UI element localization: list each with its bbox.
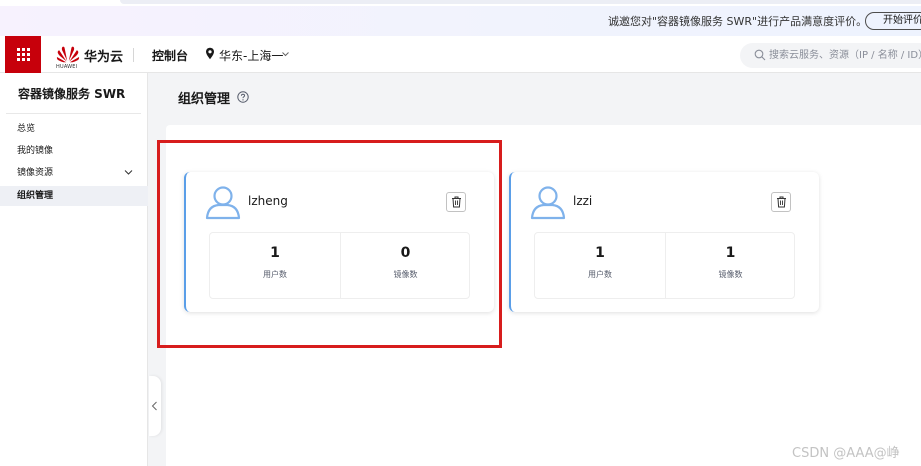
sidebar-divider — [6, 113, 141, 114]
chevron-left-icon — [151, 401, 157, 411]
image-count-stat: 1 镜像数 — [665, 233, 795, 298]
org-name[interactable]: lzzi — [573, 194, 592, 208]
global-search[interactable] — [740, 43, 921, 68]
sidebar-title: 容器镜像服务 SWR — [18, 87, 126, 101]
trash-icon — [452, 196, 461, 208]
user-count-stat: 1 用户数 — [210, 233, 340, 298]
notice-text: 诚邀您对"容器镜像服务 SWR"进行产品满意度评价。 — [608, 15, 868, 28]
chevron-down-icon — [124, 170, 133, 175]
notice-bar: 诚邀您对"容器镜像服务 SWR"进行产品满意度评价。 开始评价 — [0, 6, 921, 36]
chevron-down-icon[interactable] — [281, 50, 290, 58]
user-count-label: 用户数 — [263, 270, 287, 279]
sidebar-item-org-management[interactable]: 组织管理 — [0, 186, 148, 206]
watermark: CSDN @AAA@峥 — [792, 446, 900, 461]
image-count-value[interactable]: 1 — [666, 245, 795, 261]
trash-icon — [777, 196, 786, 208]
delete-org-button[interactable] — [771, 192, 791, 212]
sidebar-collapse-button[interactable] — [149, 376, 161, 436]
user-count-stat: 1 用户数 — [535, 233, 665, 298]
sidebar-item-image-resources[interactable]: 镜像资源 — [0, 163, 148, 183]
console-link[interactable]: 控制台 — [152, 47, 188, 64]
user-count-label: 用户数 — [588, 270, 612, 279]
org-stats: 1 用户数 1 镜像数 — [534, 232, 795, 299]
brand-name[interactable]: 华为云 — [84, 46, 123, 65]
help-icon[interactable] — [237, 91, 249, 103]
org-stats: 1 用户数 0 镜像数 — [209, 232, 470, 299]
huawei-logo-icon[interactable] — [56, 43, 80, 65]
sidebar-item-label: 镜像资源 — [17, 168, 54, 178]
sidebar: 容器镜像服务 SWR 总览 我的镜像 镜像资源 组织管理 — [0, 73, 148, 466]
org-card[interactable]: lzzi 1 用户数 1 镜像数 — [509, 172, 819, 312]
header-divider — [133, 48, 134, 62]
user-count-value[interactable]: 1 — [535, 245, 665, 261]
image-count-stat: 0 镜像数 — [340, 233, 470, 298]
image-count-label: 镜像数 — [393, 270, 418, 279]
user-avatar-icon — [205, 186, 241, 220]
org-card[interactable]: lzheng 1 用户数 0 镜像数 — [184, 172, 494, 312]
top-header: HUAWEI 华为云 控制台 华东-上海一 — [0, 36, 921, 73]
user-count-value[interactable]: 1 — [210, 245, 340, 261]
service-list-button[interactable] — [5, 36, 41, 73]
location-pin-icon — [206, 47, 214, 60]
page-title: 组织管理 — [178, 92, 231, 107]
image-count-label: 镜像数 — [718, 270, 743, 279]
search-input[interactable] — [769, 47, 921, 64]
search-icon — [754, 49, 766, 61]
delete-org-button[interactable] — [446, 192, 466, 212]
user-avatar-icon — [530, 186, 566, 220]
start-rating-button[interactable]: 开始评价 — [865, 12, 921, 30]
image-count-value[interactable]: 0 — [341, 245, 470, 261]
org-name[interactable]: lzheng — [248, 194, 288, 208]
region-selector[interactable]: 华东-上海一 — [219, 47, 283, 64]
sidebar-item-my-images[interactable]: 我的镜像 — [0, 141, 148, 161]
logo-text: HUAWEI — [56, 64, 78, 70]
sidebar-item-overview[interactable]: 总览 — [0, 119, 148, 139]
top-strip-inner — [120, 0, 921, 4]
grid-icon — [16, 48, 30, 61]
